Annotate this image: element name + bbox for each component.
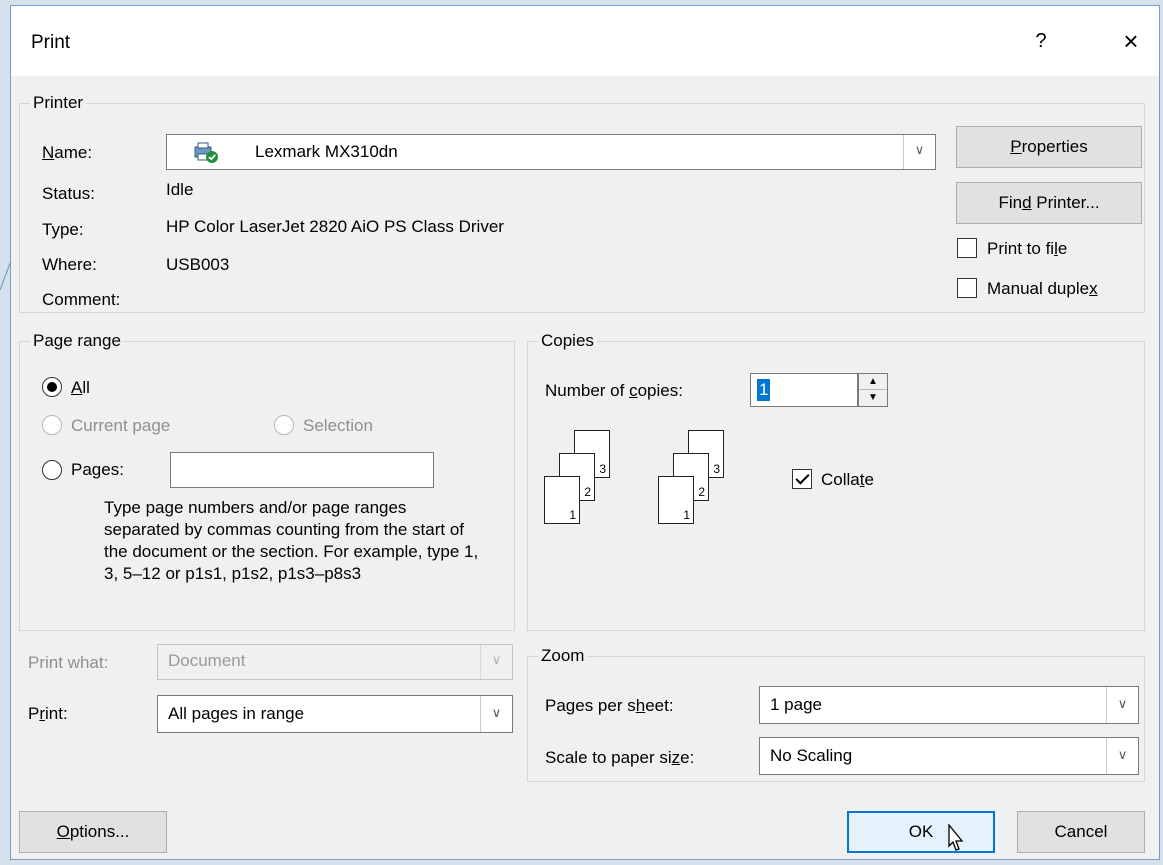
zoom-group-label: Zoom xyxy=(538,645,588,667)
print-to-file-label[interactable]: Print to file xyxy=(987,238,1067,260)
page-range-group: Page range All Current page Selection Pa… xyxy=(19,330,515,631)
pages-label[interactable]: Pages: xyxy=(71,459,124,481)
ok-button[interactable]: OK xyxy=(847,811,995,853)
print-label: Print: xyxy=(28,704,68,723)
copies-group: Copies Number of copies: 1 ▲ ▼ 3 2 1 3 2… xyxy=(527,330,1145,631)
all-radio[interactable] xyxy=(42,377,62,397)
spin-down-icon[interactable]: ▼ xyxy=(859,390,887,406)
chevron-down-icon[interactable]: ∨ xyxy=(903,135,935,169)
status-value: Idle xyxy=(166,180,194,199)
selection-radio[interactable] xyxy=(274,415,294,435)
number-of-copies-label: Number of copies: xyxy=(545,381,683,400)
where-value: USB003 xyxy=(166,255,230,274)
chevron-down-icon[interactable]: ∨ xyxy=(1106,738,1138,774)
page-icon: 1 xyxy=(544,476,580,524)
current-page-label[interactable]: Current page xyxy=(71,415,170,437)
spin-up-icon[interactable]: ▲ xyxy=(859,374,887,390)
find-printer-button[interactable]: Find Printer... xyxy=(956,182,1142,224)
name-label: Name: xyxy=(42,143,93,162)
printer-name-value: Lexmark MX310dn xyxy=(255,142,398,161)
chevron-down-icon[interactable]: ∨ xyxy=(480,696,512,732)
printer-name-dropdown[interactable]: Lexmark MX310dn ∨ xyxy=(166,134,936,170)
print-dialog: Print ? × Printer Name: Lexmark MX310dn … xyxy=(10,5,1160,860)
current-page-radio[interactable] xyxy=(42,415,62,435)
all-label[interactable]: All xyxy=(71,377,90,399)
options-button[interactable]: Options... xyxy=(19,811,167,853)
print-what-dropdown[interactable]: Document ∨ xyxy=(157,644,513,680)
mouse-cursor-icon xyxy=(948,824,964,851)
help-button[interactable]: ? xyxy=(1021,24,1061,58)
comment-label: Comment: xyxy=(42,290,121,309)
copies-input-value: 1 xyxy=(757,379,771,401)
cancel-button[interactable]: Cancel xyxy=(1017,811,1145,853)
printer-group-label: Printer xyxy=(30,92,87,114)
collate-checkbox[interactable] xyxy=(792,469,812,489)
copies-spinner[interactable]: ▲ ▼ xyxy=(858,373,888,407)
pages-per-sheet-value: 1 page xyxy=(770,695,822,714)
pages-input[interactable] xyxy=(170,452,434,488)
print-to-file-checkbox[interactable] xyxy=(957,238,977,258)
print-value: All pages in range xyxy=(168,704,305,723)
collated-pages-illustration-2: 3 2 1 xyxy=(658,430,738,524)
properties-button[interactable]: Properties xyxy=(956,126,1142,168)
dialog-title: Print xyxy=(31,32,71,53)
where-label: Where: xyxy=(42,255,97,274)
copies-group-label: Copies xyxy=(538,330,597,352)
chevron-down-icon[interactable]: ∨ xyxy=(1106,687,1138,723)
close-button[interactable]: × xyxy=(1111,24,1151,58)
title-bar: Print ? × xyxy=(11,6,1159,76)
manual-duplex-label[interactable]: Manual duplex xyxy=(987,278,1098,300)
manual-duplex-checkbox[interactable] xyxy=(957,278,977,298)
page-range-help-text: Type page numbers and/or page ranges sep… xyxy=(104,498,479,583)
collated-pages-illustration-1: 3 2 1 xyxy=(544,430,624,524)
pages-per-sheet-label: Pages per sheet: xyxy=(545,696,674,715)
pages-per-sheet-dropdown[interactable]: 1 page ∨ xyxy=(759,686,1139,724)
scale-to-paper-size-value: No Scaling xyxy=(770,746,853,765)
selection-label[interactable]: Selection xyxy=(303,415,373,437)
printer-ready-icon xyxy=(194,142,218,163)
collate-label[interactable]: Collate xyxy=(821,469,874,491)
print-what-label: Print what: xyxy=(28,653,109,672)
status-label: Status: xyxy=(42,184,95,203)
copies-input[interactable]: 1 xyxy=(750,373,858,407)
print-what-value: Document xyxy=(168,651,246,670)
scale-to-paper-size-label: Scale to paper size: xyxy=(545,748,695,767)
type-value: HP Color LaserJet 2820 AiO PS Class Driv… xyxy=(166,217,504,236)
print-dropdown[interactable]: All pages in range ∨ xyxy=(157,695,513,733)
page-icon: 1 xyxy=(658,476,694,524)
pages-radio[interactable] xyxy=(42,460,62,480)
zoom-group: Zoom Pages per sheet: 1 page ∨ Scale to … xyxy=(527,645,1145,782)
type-label: Type: xyxy=(42,220,84,239)
scale-to-paper-size-dropdown[interactable]: No Scaling ∨ xyxy=(759,737,1139,775)
chevron-down-icon[interactable]: ∨ xyxy=(480,645,512,679)
page-range-group-label: Page range xyxy=(30,330,124,352)
